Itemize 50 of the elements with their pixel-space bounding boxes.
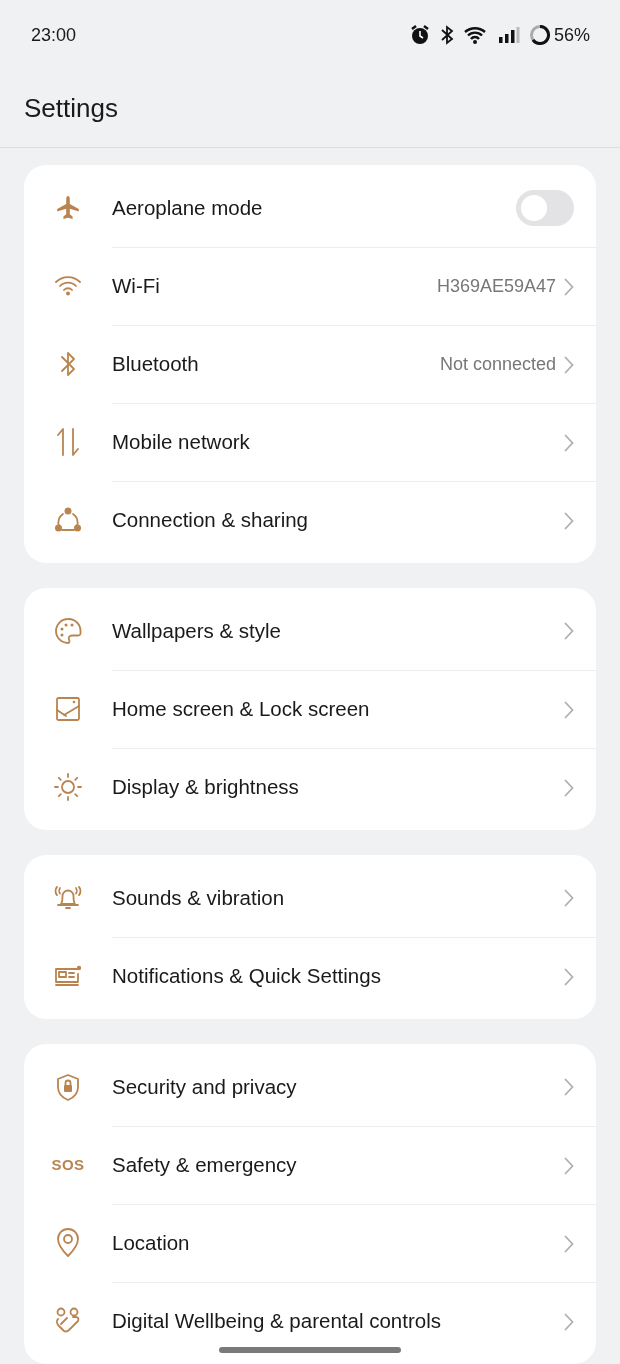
bell-icon — [52, 884, 84, 912]
chevron-icon — [564, 778, 574, 797]
chevron-icon — [564, 622, 574, 640]
chevron-icon — [564, 889, 574, 907]
chevron-icon — [564, 1156, 574, 1175]
setting-label[interactable]: Safety & emergency — [112, 1150, 564, 1181]
brightness-icon — [53, 772, 83, 802]
setting-label[interactable]: Connection & sharing — [112, 505, 564, 536]
chevron-icon — [564, 967, 574, 986]
setting-value: H369AE59A47 — [436, 275, 556, 298]
setting-label[interactable]: Mobile network — [112, 427, 564, 458]
toggle-switch[interactable] — [516, 190, 574, 226]
setting-label[interactable]: Display & brightness — [112, 772, 564, 803]
palette-icon — [53, 616, 83, 646]
clock-time: 23:00 — [31, 23, 77, 47]
setting-label[interactable]: Wallpapers & style — [112, 615, 564, 647]
setting-label[interactable]: Aeroplane mode — [112, 192, 516, 224]
page-title: Settings — [23, 91, 119, 125]
battery-percent: 56% — [553, 23, 590, 47]
notification-panel-icon — [52, 963, 84, 989]
wifi-icon — [53, 274, 83, 298]
arrows-up-down-icon — [54, 426, 82, 458]
setting-label[interactable]: Home screen & Lock screen — [112, 694, 564, 725]
chevron-icon — [564, 511, 574, 530]
setting-label[interactable]: Bluetooth — [112, 349, 440, 380]
setting-value: Not connected — [439, 353, 556, 376]
sos-icon: SOS — [51, 1153, 85, 1177]
setting-label[interactable]: Notifications & Quick Settings — [112, 961, 564, 992]
chevron-icon — [564, 1234, 574, 1253]
chevron-icon — [564, 1312, 574, 1331]
chevron-icon — [564, 1078, 574, 1096]
home-indicator[interactable] — [219, 1347, 401, 1353]
image-frame-icon — [54, 695, 82, 723]
setting-label[interactable]: Location — [112, 1228, 564, 1259]
airplane-icon — [54, 194, 82, 222]
chevron-icon — [564, 277, 574, 296]
chevron-icon — [564, 700, 574, 719]
share-icon — [53, 506, 83, 534]
chevron-icon — [564, 433, 574, 452]
bluetooth-icon — [58, 349, 78, 379]
setting-label[interactable]: Security and privacy — [112, 1071, 564, 1103]
setting-label[interactable]: Wi-Fi — [112, 271, 437, 302]
bluetooth-icon — [439, 25, 454, 45]
battery-icon — [528, 24, 551, 46]
setting-label[interactable]: Digital Wellbeing & parental controls — [112, 1306, 564, 1337]
signal-icon — [497, 26, 520, 44]
chevron-icon — [564, 355, 574, 374]
location-pin-icon — [54, 1227, 82, 1259]
setting-label[interactable]: Sounds & vibration — [112, 882, 564, 914]
shield-lock-icon — [54, 1072, 82, 1102]
